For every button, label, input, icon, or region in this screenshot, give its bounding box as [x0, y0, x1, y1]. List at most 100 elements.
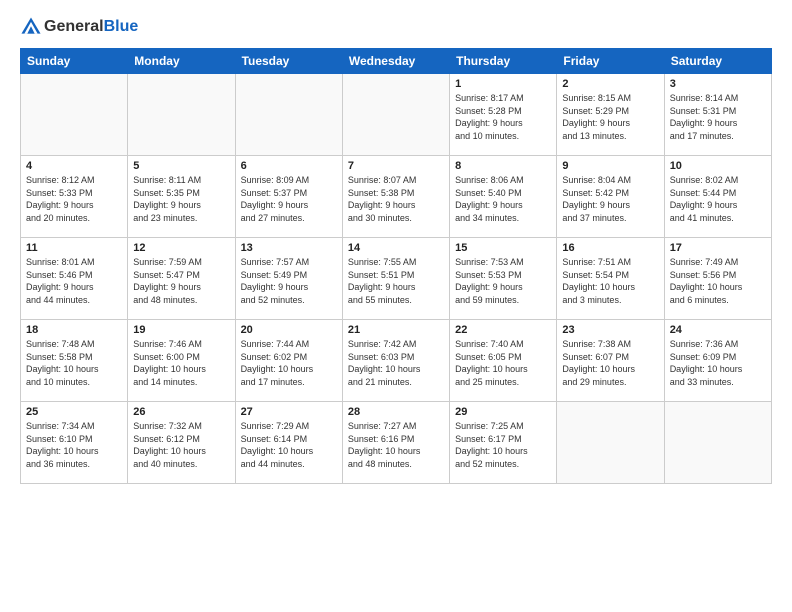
- day-number: 14: [348, 242, 444, 254]
- calendar-cell: 8 Sunrise: 8:06 AM Sunset: 5:40 PM Daylig…: [450, 156, 557, 238]
- day-number: 25: [26, 406, 122, 418]
- calendar-cell: 1 Sunrise: 8:17 AM Sunset: 5:28 PM Daylig…: [450, 74, 557, 156]
- calendar-cell: [342, 74, 449, 156]
- day-info: Sunrise: 8:06 AM Sunset: 5:40 PM Dayligh…: [455, 174, 551, 224]
- page-container: GeneralBlue SundayMondayTuesdayWednesday…: [0, 0, 792, 494]
- day-number: 16: [562, 242, 658, 254]
- day-info: Sunrise: 8:02 AM Sunset: 5:44 PM Dayligh…: [670, 174, 766, 224]
- day-number: 5: [133, 160, 229, 172]
- day-info: Sunrise: 7:29 AM Sunset: 6:14 PM Dayligh…: [241, 420, 337, 470]
- calendar-cell: 28 Sunrise: 7:27 AM Sunset: 6:16 PM Dayli…: [342, 402, 449, 484]
- calendar-cell: [557, 402, 664, 484]
- calendar-cell: 13 Sunrise: 7:57 AM Sunset: 5:49 PM Dayli…: [235, 238, 342, 320]
- day-number: 9: [562, 160, 658, 172]
- day-number: 29: [455, 406, 551, 418]
- day-info: Sunrise: 7:34 AM Sunset: 6:10 PM Dayligh…: [26, 420, 122, 470]
- calendar-cell: 2 Sunrise: 8:15 AM Sunset: 5:29 PM Daylig…: [557, 74, 664, 156]
- day-number: 6: [241, 160, 337, 172]
- day-info: Sunrise: 7:32 AM Sunset: 6:12 PM Dayligh…: [133, 420, 229, 470]
- calendar-cell: 16 Sunrise: 7:51 AM Sunset: 5:54 PM Dayli…: [557, 238, 664, 320]
- day-info: Sunrise: 7:38 AM Sunset: 6:07 PM Dayligh…: [562, 338, 658, 388]
- calendar-cell: 3Sunrise: 8:14 AM Sunset: 5:31 PM Daylig…: [664, 74, 771, 156]
- day-number: 20: [241, 324, 337, 336]
- day-number: 13: [241, 242, 337, 254]
- day-info: Sunrise: 7:40 AM Sunset: 6:05 PM Dayligh…: [455, 338, 551, 388]
- calendar-cell: 11 Sunrise: 8:01 AM Sunset: 5:46 PM Dayli…: [21, 238, 128, 320]
- calendar-week-row: 25 Sunrise: 7:34 AM Sunset: 6:10 PM Dayli…: [21, 402, 772, 484]
- logo-icon: [20, 16, 42, 38]
- calendar-cell: [664, 402, 771, 484]
- calendar-cell: [21, 74, 128, 156]
- day-info: Sunrise: 7:53 AM Sunset: 5:53 PM Dayligh…: [455, 256, 551, 306]
- day-number: 19: [133, 324, 229, 336]
- day-info: Sunrise: 7:44 AM Sunset: 6:02 PM Dayligh…: [241, 338, 337, 388]
- day-number: 22: [455, 324, 551, 336]
- calendar-cell: 4Sunrise: 8:12 AM Sunset: 5:33 PM Daylig…: [21, 156, 128, 238]
- calendar-cell: 22 Sunrise: 7:40 AM Sunset: 6:05 PM Dayli…: [450, 320, 557, 402]
- day-info: Sunrise: 7:48 AM Sunset: 5:58 PM Dayligh…: [26, 338, 122, 388]
- day-info: Sunrise: 7:51 AM Sunset: 5:54 PM Dayligh…: [562, 256, 658, 306]
- day-number: 1: [455, 78, 551, 90]
- day-info: Sunrise: 7:25 AM Sunset: 6:17 PM Dayligh…: [455, 420, 551, 470]
- day-number: 8: [455, 160, 551, 172]
- weekday-header: Wednesday: [342, 49, 449, 74]
- day-number: 4: [26, 160, 122, 172]
- calendar-cell: 10 Sunrise: 8:02 AM Sunset: 5:44 PM Dayli…: [664, 156, 771, 238]
- calendar-cell: 24 Sunrise: 7:36 AM Sunset: 6:09 PM Dayli…: [664, 320, 771, 402]
- day-info: Sunrise: 8:14 AM Sunset: 5:31 PM Dayligh…: [670, 92, 766, 142]
- calendar-cell: 17 Sunrise: 7:49 AM Sunset: 5:56 PM Dayli…: [664, 238, 771, 320]
- day-info: Sunrise: 7:57 AM Sunset: 5:49 PM Dayligh…: [241, 256, 337, 306]
- calendar-cell: 23 Sunrise: 7:38 AM Sunset: 6:07 PM Dayli…: [557, 320, 664, 402]
- calendar-cell: 26 Sunrise: 7:32 AM Sunset: 6:12 PM Dayli…: [128, 402, 235, 484]
- day-info: Sunrise: 7:55 AM Sunset: 5:51 PM Dayligh…: [348, 256, 444, 306]
- weekday-header-row: SundayMondayTuesdayWednesdayThursdayFrid…: [21, 49, 772, 74]
- day-info: Sunrise: 7:36 AM Sunset: 6:09 PM Dayligh…: [670, 338, 766, 388]
- day-info: Sunrise: 7:49 AM Sunset: 5:56 PM Dayligh…: [670, 256, 766, 306]
- calendar-cell: 25 Sunrise: 7:34 AM Sunset: 6:10 PM Dayli…: [21, 402, 128, 484]
- calendar-cell: 7 Sunrise: 8:07 AM Sunset: 5:38 PM Daylig…: [342, 156, 449, 238]
- calendar-cell: 29 Sunrise: 7:25 AM Sunset: 6:17 PM Dayli…: [450, 402, 557, 484]
- day-number: 21: [348, 324, 444, 336]
- day-info: Sunrise: 8:01 AM Sunset: 5:46 PM Dayligh…: [26, 256, 122, 306]
- day-info: Sunrise: 7:42 AM Sunset: 6:03 PM Dayligh…: [348, 338, 444, 388]
- day-number: 17: [670, 242, 766, 254]
- logo: GeneralBlue: [20, 16, 138, 38]
- calendar-cell: [235, 74, 342, 156]
- day-number: 7: [348, 160, 444, 172]
- header: GeneralBlue: [20, 16, 772, 38]
- weekday-header: Tuesday: [235, 49, 342, 74]
- day-info: Sunrise: 8:17 AM Sunset: 5:28 PM Dayligh…: [455, 92, 551, 142]
- day-number: 2: [562, 78, 658, 90]
- day-info: Sunrise: 8:15 AM Sunset: 5:29 PM Dayligh…: [562, 92, 658, 142]
- day-number: 12: [133, 242, 229, 254]
- day-number: 11: [26, 242, 122, 254]
- calendar-cell: [128, 74, 235, 156]
- calendar-cell: 12 Sunrise: 7:59 AM Sunset: 5:47 PM Dayli…: [128, 238, 235, 320]
- day-number: 18: [26, 324, 122, 336]
- day-number: 24: [670, 324, 766, 336]
- day-number: 23: [562, 324, 658, 336]
- calendar-week-row: 1 Sunrise: 8:17 AM Sunset: 5:28 PM Daylig…: [21, 74, 772, 156]
- day-number: 28: [348, 406, 444, 418]
- day-number: 27: [241, 406, 337, 418]
- day-info: Sunrise: 7:27 AM Sunset: 6:16 PM Dayligh…: [348, 420, 444, 470]
- calendar-cell: 5 Sunrise: 8:11 AM Sunset: 5:35 PM Daylig…: [128, 156, 235, 238]
- calendar-week-row: 4Sunrise: 8:12 AM Sunset: 5:33 PM Daylig…: [21, 156, 772, 238]
- weekday-header: Monday: [128, 49, 235, 74]
- day-info: Sunrise: 8:11 AM Sunset: 5:35 PM Dayligh…: [133, 174, 229, 224]
- calendar-cell: 27 Sunrise: 7:29 AM Sunset: 6:14 PM Dayli…: [235, 402, 342, 484]
- weekday-header: Saturday: [664, 49, 771, 74]
- day-info: Sunrise: 8:04 AM Sunset: 5:42 PM Dayligh…: [562, 174, 658, 224]
- weekday-header: Thursday: [450, 49, 557, 74]
- day-number: 26: [133, 406, 229, 418]
- calendar-week-row: 18 Sunrise: 7:48 AM Sunset: 5:58 PM Dayli…: [21, 320, 772, 402]
- logo-text: GeneralBlue: [44, 18, 138, 36]
- day-info: Sunrise: 7:59 AM Sunset: 5:47 PM Dayligh…: [133, 256, 229, 306]
- calendar-cell: 18 Sunrise: 7:48 AM Sunset: 5:58 PM Dayli…: [21, 320, 128, 402]
- calendar-cell: 20 Sunrise: 7:44 AM Sunset: 6:02 PM Dayli…: [235, 320, 342, 402]
- day-number: 10: [670, 160, 766, 172]
- day-info: Sunrise: 8:07 AM Sunset: 5:38 PM Dayligh…: [348, 174, 444, 224]
- weekday-header: Sunday: [21, 49, 128, 74]
- day-info: Sunrise: 7:46 AM Sunset: 6:00 PM Dayligh…: [133, 338, 229, 388]
- day-number: 15: [455, 242, 551, 254]
